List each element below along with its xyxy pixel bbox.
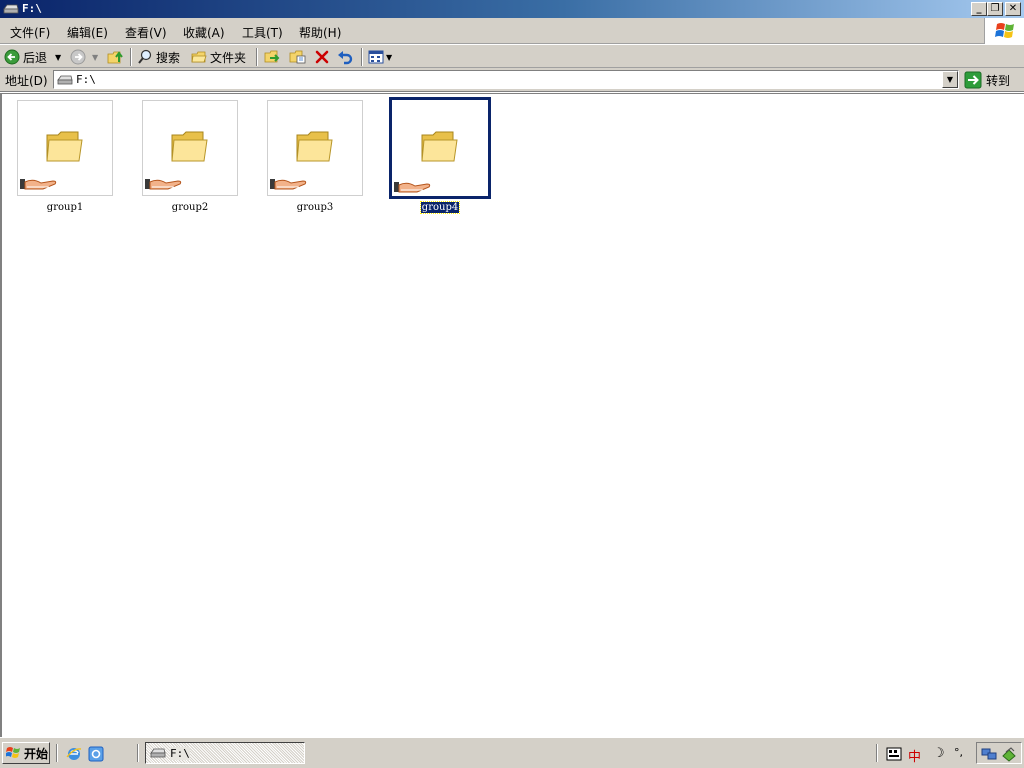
drive-icon <box>150 748 166 758</box>
go-arrow-icon <box>964 71 982 89</box>
address-input[interactable]: F:\ ▼ <box>53 70 959 89</box>
folder-item-group3[interactable]: group3 <box>267 100 365 220</box>
forward-button[interactable]: ▼ <box>70 48 98 66</box>
folder-thumbnail[interactable] <box>142 100 238 196</box>
system-tray <box>976 742 1022 764</box>
menu-favorites[interactable]: 收藏(A) <box>183 24 225 41</box>
copy-to-icon <box>289 50 306 64</box>
security-icon[interactable] <box>1001 746 1017 762</box>
folder-view[interactable]: group1 group2 group3 group4 <box>0 93 1024 737</box>
ime-punctuation-indicator[interactable]: °, <box>954 746 963 759</box>
folder-thumbnail[interactable] <box>17 100 113 196</box>
folders-button[interactable]: 文件夹 <box>191 48 246 66</box>
search-button[interactable]: 搜索 <box>137 48 180 66</box>
start-button[interactable]: 开始 <box>2 742 50 764</box>
folder-name: group1 <box>46 202 84 213</box>
restore-button[interactable]: ❐ <box>987 2 1003 16</box>
folder-item-group4[interactable]: group4 <box>389 97 491 220</box>
forward-arrow-icon <box>70 49 86 65</box>
menu-file[interactable]: 文件(F) <box>10 24 50 41</box>
up-button[interactable] <box>107 48 125 66</box>
folder-item-group1[interactable]: group1 <box>17 100 115 220</box>
shared-hand-icon <box>394 182 431 193</box>
menu-tools[interactable]: 工具(T) <box>242 24 283 41</box>
folder-icon <box>171 131 208 162</box>
go-label: 转到 <box>986 73 1011 88</box>
folder-thumbnail[interactable] <box>389 97 491 199</box>
outlook-express-icon <box>88 746 104 762</box>
folder-name: group4 <box>419 201 461 214</box>
copy-to-button[interactable] <box>289 48 307 66</box>
folder-icon <box>421 131 458 162</box>
shared-hand-icon <box>145 179 182 190</box>
delete-button[interactable] <box>314 48 330 66</box>
views-button[interactable]: ▼ <box>368 48 392 66</box>
back-label: 后退 <box>23 50 48 65</box>
undo-icon <box>338 51 353 65</box>
folder-thumbnail[interactable] <box>267 100 363 196</box>
forward-dropdown-icon[interactable]: ▼ <box>92 53 98 62</box>
menu-view[interactable]: 查看(V) <box>125 24 167 41</box>
back-arrow-icon <box>4 49 20 65</box>
search-label: 搜索 <box>156 50 181 65</box>
undo-button[interactable] <box>337 48 353 66</box>
minimize-button[interactable]: _ <box>971 2 987 16</box>
folders-label: 文件夹 <box>210 50 247 65</box>
address-value: F:\ <box>76 73 96 86</box>
up-folder-icon <box>107 51 123 64</box>
menu-edit[interactable]: 编辑(E) <box>67 24 108 41</box>
move-to-button[interactable] <box>264 48 282 66</box>
views-dropdown-icon[interactable]: ▼ <box>386 53 392 62</box>
ie-quicklaunch-button[interactable] <box>66 746 82 765</box>
folder-icon <box>296 131 333 162</box>
views-icon <box>368 50 384 64</box>
taskbar-window-button[interactable]: F:\ <box>145 742 305 764</box>
search-icon <box>138 49 152 64</box>
ime-toolbar-button[interactable] <box>886 746 902 765</box>
back-dropdown-icon[interactable]: ▼ <box>55 53 61 62</box>
address-bar: 地址(D) F:\ ▼ 转到 <box>0 68 1024 92</box>
address-label: 地址(D) <box>5 74 48 88</box>
ime-halfwidth-indicator[interactable]: ☽ <box>933 746 945 761</box>
shared-hand-icon <box>270 179 307 190</box>
folder-name: group2 <box>171 202 209 213</box>
title-bar: F:\ _ ❐ ✕ <box>0 0 1024 18</box>
toolbar: 后退 ▼ ▼ 搜索 文件夹 ▼ <box>0 44 1024 68</box>
folder-icon <box>46 131 83 162</box>
internet-explorer-icon <box>66 748 82 760</box>
windows-logo-icon <box>984 18 1024 44</box>
back-button[interactable]: 后退 ▼ <box>4 48 61 66</box>
drive-icon <box>3 4 19 14</box>
outlook-quicklaunch-button[interactable] <box>88 746 104 765</box>
taskbar: 开始 F:\ 中 ☽ °, <box>0 737 1024 768</box>
windows-flag-icon <box>6 747 20 758</box>
menu-help[interactable]: 帮助(H) <box>299 24 341 41</box>
network-icon[interactable] <box>981 746 997 762</box>
drive-icon <box>57 75 73 85</box>
folder-item-group2[interactable]: group2 <box>142 100 240 220</box>
window-title: F:\ <box>22 2 42 15</box>
start-label: 开始 <box>24 746 49 761</box>
go-button[interactable]: 转到 <box>964 70 1010 90</box>
shared-hand-icon <box>20 179 57 190</box>
address-dropdown-button[interactable]: ▼ <box>942 71 958 88</box>
keyboard-icon <box>886 747 902 761</box>
folders-icon <box>191 51 207 63</box>
taskbar-window-label: F:\ <box>170 746 190 760</box>
ime-lang-indicator[interactable]: 中 <box>908 746 921 765</box>
menu-bar: 文件(F) 编辑(E) 查看(V) 收藏(A) 工具(T) 帮助(H) <box>0 18 1024 44</box>
close-button[interactable]: ✕ <box>1005 2 1021 16</box>
delete-icon <box>315 50 329 64</box>
move-to-icon <box>264 50 280 63</box>
folder-name: group3 <box>296 202 334 213</box>
